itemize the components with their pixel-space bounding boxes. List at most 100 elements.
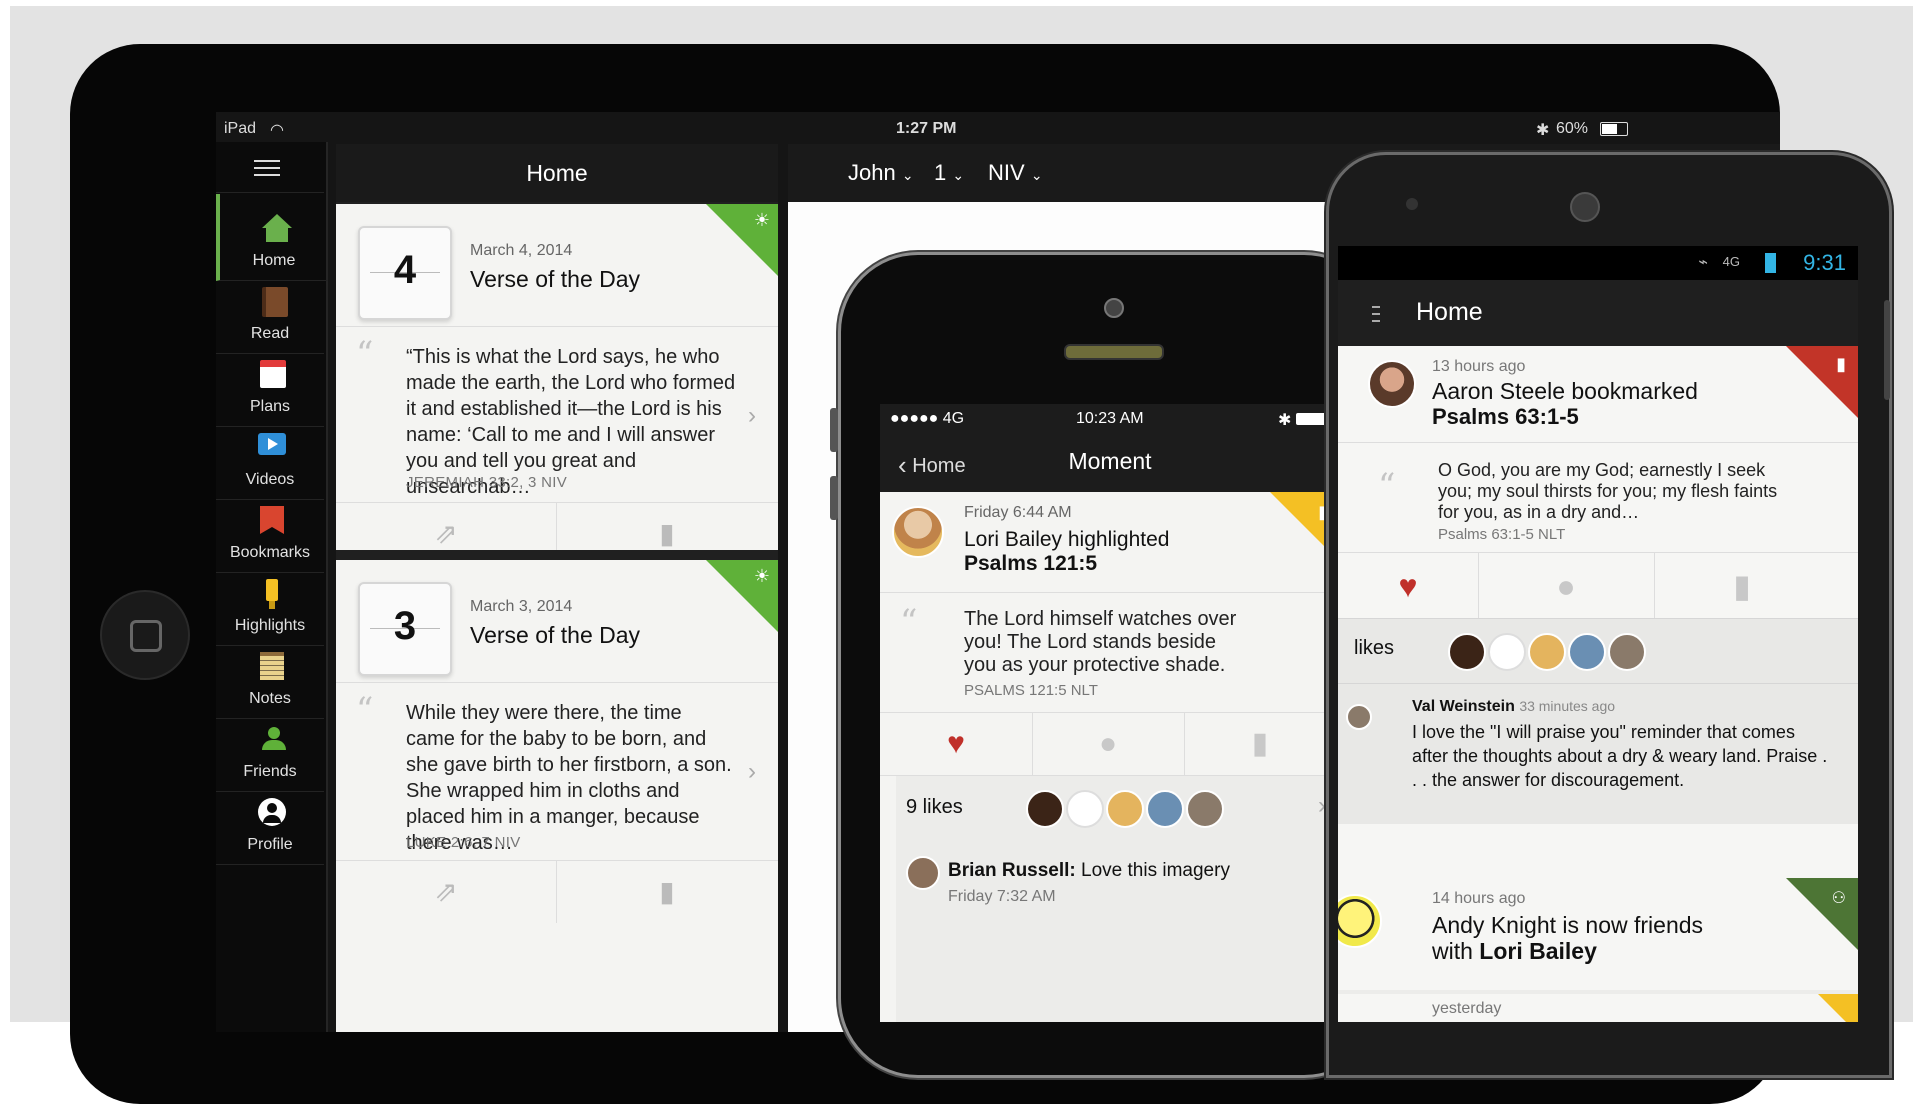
comment-icon[interactable]: ● <box>1478 553 1655 619</box>
quote-icon: “ <box>1378 466 1396 506</box>
friend-moment[interactable]: ⚇ 14 hours ago Andy Knight is now friend… <box>1338 878 1858 990</box>
iphone-nav-bar: ‹ Home Moment <box>880 434 1340 492</box>
moment-actor: Aaron Steele bookmarked <box>1432 378 1698 404</box>
sun-icon: ☀ <box>753 210 770 230</box>
avatar <box>906 856 940 890</box>
friend-line2: with Lori Bailey <box>1432 938 1597 965</box>
avatar <box>1528 633 1566 671</box>
avatar[interactable] <box>1338 894 1382 948</box>
quote-icon: “ <box>356 690 374 730</box>
comment-item: Brian Russell: Love this imagery Friday … <box>896 842 1340 929</box>
divider <box>336 326 778 327</box>
signal-icon: ⌁ <box>1698 254 1708 271</box>
likes-count: 9 likes <box>906 796 963 818</box>
read-book-icon[interactable]: ▮ <box>1184 713 1336 775</box>
likes-label: likes <box>1354 637 1395 659</box>
moment-actions: ♥ ● ▮ <box>880 712 1340 776</box>
likes-row[interactable]: likes <box>1338 618 1858 684</box>
friends-corner <box>1786 878 1858 950</box>
version-picker[interactable]: NIV ⌄ <box>988 160 1043 186</box>
drawer-icon[interactable] <box>1372 306 1380 322</box>
moment-time: 13 hours ago <box>1432 358 1526 375</box>
calendar-icon <box>258 360 286 390</box>
moment-passage: Psalms 63:1-5 <box>1432 404 1579 429</box>
moment-actor: Lori Bailey highlighted <box>964 528 1170 551</box>
chevron-right-icon[interactable]: › <box>748 402 756 430</box>
moment-verse: O God, you are my God; earnestly I seek … <box>1438 460 1778 522</box>
avatar[interactable] <box>892 506 944 558</box>
home-feed-column: Home 4 March 4, 2014 Verse of the Day ☀ … <box>336 144 778 1032</box>
friend-name: Lori Bailey <box>1479 938 1597 964</box>
chapter-picker[interactable]: 1 ⌄ <box>934 160 964 186</box>
card-title: Verse of the Day <box>470 622 641 648</box>
front-camera <box>1406 198 1418 210</box>
moment-time: Friday 6:44 AM <box>964 504 1072 521</box>
comment-body: Love this imagery <box>1081 860 1230 881</box>
chapter-number: 1 <box>934 160 947 185</box>
menu-button[interactable] <box>216 142 324 193</box>
moment-verse: The Lord himself watches over you! The L… <box>964 608 1237 676</box>
comment-body: I love the "I will praise you" reminder … <box>1412 722 1828 790</box>
android-title: Home <box>1416 298 1483 326</box>
date-tile: 4 <box>358 226 452 320</box>
bluetooth-icon: ✱ <box>1278 412 1292 429</box>
heart-icon[interactable]: ♥ <box>880 713 1033 775</box>
verse-card[interactable]: 3 March 3, 2014 Verse of the Day ☀ “ Whi… <box>336 560 778 1032</box>
moment-reference: PSALMS 121:5 NLT <box>964 682 1098 699</box>
bookmark-moment[interactable]: ▮ 13 hours ago Aaron Steele bookmarked P… <box>1338 346 1858 906</box>
volume-button <box>830 476 838 520</box>
moment-time: yesterday <box>1432 1000 1502 1017</box>
divider <box>1338 442 1858 443</box>
verse-card[interactable]: 4 March 4, 2014 Verse of the Day ☀ “ “Th… <box>336 204 778 550</box>
read-book-icon[interactable]: ▮ <box>557 503 777 550</box>
card-actions: ⇗ ▮ <box>336 502 778 550</box>
power-button <box>1884 300 1890 400</box>
network-type: 4G <box>1722 254 1740 269</box>
moment-actions: ♥ ● ▮ <box>1338 552 1858 619</box>
book-name: John <box>848 160 896 185</box>
comment-author: Val Weinstein <box>1412 698 1515 715</box>
ipad-clock: 1:27 PM <box>896 120 957 137</box>
next-moment[interactable]: yesterday <box>1338 994 1858 1022</box>
verse-reference: JEREMIAH 33:2, 3 NIV <box>406 474 568 491</box>
likes-row[interactable]: 9 likes › <box>896 776 1340 843</box>
quote-icon: “ <box>900 602 918 642</box>
comment-time: Friday 7:32 AM <box>948 888 1056 905</box>
volume-button <box>830 408 838 452</box>
date-day: 3 <box>393 604 417 648</box>
front-camera <box>1104 298 1124 318</box>
avatar <box>1066 790 1104 828</box>
android-status-bar: ⌁ 4G 9:31 <box>1338 246 1858 280</box>
highlight-corner <box>1818 994 1858 1022</box>
avatar[interactable] <box>1368 360 1416 408</box>
earpiece-speaker <box>1064 344 1164 360</box>
book-picker[interactable]: John ⌄ <box>848 160 914 186</box>
chevron-right-icon[interactable]: › <box>748 758 756 786</box>
sidebar-item-profile[interactable]: Profile <box>216 778 324 865</box>
comment-header: Val Weinstein 33 minutes ago <box>1412 698 1615 716</box>
comment-icon[interactable]: ● <box>1032 713 1185 775</box>
android-screen: ⌁ 4G 9:31 Home ▮ 13 hours ago Aaron Stee… <box>1338 246 1858 1022</box>
sidebar-label-profile: Profile <box>247 836 293 853</box>
avatar <box>1448 633 1486 671</box>
card-actions: ⇗ ▮ <box>336 860 778 923</box>
home-header: Home <box>336 144 778 202</box>
iphone-clock: 10:23 AM <box>1076 410 1144 427</box>
comment-item: Val Weinstein 33 minutes ago I love the … <box>1338 684 1858 824</box>
home-icon <box>262 214 292 244</box>
share-icon[interactable]: ⇗ <box>336 861 557 923</box>
bookmark-icon <box>258 506 286 536</box>
read-book-icon[interactable]: ▮ <box>557 861 777 923</box>
divider <box>880 592 1340 593</box>
read-book-icon[interactable]: ▮ <box>1654 553 1830 619</box>
version-name: NIV <box>988 160 1025 185</box>
battery-percent: 60% <box>1556 120 1589 137</box>
nav-title: Moment <box>1068 448 1152 474</box>
card-date: March 3, 2014 <box>470 598 573 615</box>
share-icon[interactable]: ⇗ <box>336 503 557 550</box>
iphone-status-bar: ●●●●● 4G 10:23 AM ✱ <box>880 404 1340 434</box>
battery-icon <box>1765 253 1776 273</box>
heart-icon[interactable]: ♥ <box>1338 553 1479 619</box>
bookmark-icon: ▮ <box>1836 354 1846 374</box>
chevron-right-icon: › <box>1318 792 1326 819</box>
